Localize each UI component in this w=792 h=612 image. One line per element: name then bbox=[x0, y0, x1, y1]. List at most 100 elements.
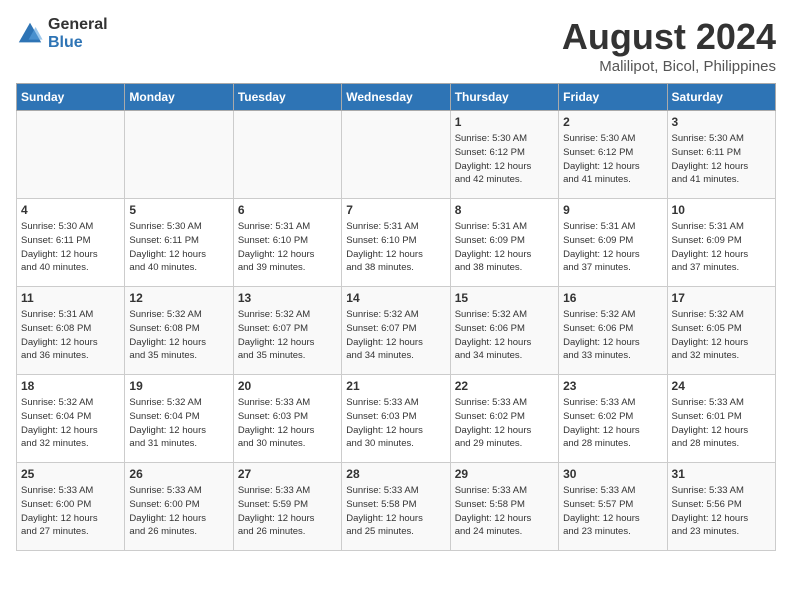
calendar-cell: 31 Sunrise: 5:33 AMSunset: 5:56 PMDayligh… bbox=[667, 463, 775, 551]
day-number: 9 bbox=[563, 203, 662, 217]
calendar-cell: 13Sunrise: 5:32 AMSunset: 6:07 PMDayligh… bbox=[233, 287, 341, 375]
day-info: Sunrise: 5:33 AMSunset: 6:02 PMDaylight:… bbox=[563, 396, 662, 451]
day-info: Sunrise: 5:33 AMSunset: 6:03 PMDaylight:… bbox=[346, 396, 445, 451]
day-number: 14 bbox=[346, 291, 445, 305]
day-info: Sunrise: 5:30 AMSunset: 6:12 PMDaylight:… bbox=[455, 132, 554, 187]
weekday-header: Sunday bbox=[17, 84, 125, 111]
day-number: 17 bbox=[672, 291, 771, 305]
calendar-cell: 9 Sunrise: 5:31 AMSunset: 6:09 PMDaylight… bbox=[559, 199, 667, 287]
calendar-week-row: 25 Sunrise: 5:33 AMSunset: 6:00 PMDayligh… bbox=[17, 463, 776, 551]
day-info: Sunrise: 5:32 AMSunset: 6:05 PMDaylight:… bbox=[672, 308, 771, 363]
calendar-cell: 22 Sunrise: 5:33 AMSunset: 6:02 PMDayligh… bbox=[450, 375, 558, 463]
day-info: Sunrise: 5:31 AMSunset: 6:10 PMDaylight:… bbox=[238, 220, 337, 275]
calendar-cell: 19 Sunrise: 5:32 AMSunset: 6:04 PMDayligh… bbox=[125, 375, 233, 463]
day-info: Sunrise: 5:33 AMSunset: 5:56 PMDaylight:… bbox=[672, 484, 771, 539]
day-number: 27 bbox=[238, 467, 337, 481]
day-info: Sunrise: 5:33 AMSunset: 5:58 PMDaylight:… bbox=[346, 484, 445, 539]
day-number: 6 bbox=[238, 203, 337, 217]
calendar-cell: 4 Sunrise: 5:30 AMSunset: 6:11 PMDaylight… bbox=[17, 199, 125, 287]
calendar-cell: 8 Sunrise: 5:31 AMSunset: 6:09 PMDaylight… bbox=[450, 199, 558, 287]
weekday-header: Saturday bbox=[667, 84, 775, 111]
day-info: Sunrise: 5:33 AMSunset: 6:00 PMDaylight:… bbox=[21, 484, 120, 539]
day-number: 31 bbox=[672, 467, 771, 481]
day-number: 21 bbox=[346, 379, 445, 393]
weekday-header: Wednesday bbox=[342, 84, 450, 111]
logo-icon bbox=[16, 20, 44, 48]
calendar-cell: 14Sunrise: 5:32 AMSunset: 6:07 PMDayligh… bbox=[342, 287, 450, 375]
calendar-cell: 16 Sunrise: 5:32 AMSunset: 6:06 PMDayligh… bbox=[559, 287, 667, 375]
calendar-cell: 2 Sunrise: 5:30 AMSunset: 6:12 PMDaylight… bbox=[559, 111, 667, 199]
calendar-cell: 26 Sunrise: 5:33 AMSunset: 6:00 PMDayligh… bbox=[125, 463, 233, 551]
day-info: Sunrise: 5:30 AMSunset: 6:11 PMDaylight:… bbox=[672, 132, 771, 187]
day-info: Sunrise: 5:31 AMSunset: 6:09 PMDaylight:… bbox=[672, 220, 771, 275]
calendar-cell: 23 Sunrise: 5:33 AMSunset: 6:02 PMDayligh… bbox=[559, 375, 667, 463]
calendar-week-row: 4 Sunrise: 5:30 AMSunset: 6:11 PMDaylight… bbox=[17, 199, 776, 287]
calendar-cell: 24 Sunrise: 5:33 AMSunset: 6:01 PMDayligh… bbox=[667, 375, 775, 463]
day-number: 30 bbox=[563, 467, 662, 481]
day-number: 25 bbox=[21, 467, 120, 481]
day-number: 8 bbox=[455, 203, 554, 217]
day-info: Sunrise: 5:33 AMSunset: 6:03 PMDaylight:… bbox=[238, 396, 337, 451]
calendar-cell: 7Sunrise: 5:31 AMSunset: 6:10 PMDaylight… bbox=[342, 199, 450, 287]
day-info: Sunrise: 5:32 AMSunset: 6:08 PMDaylight:… bbox=[129, 308, 228, 363]
calendar-cell: 25 Sunrise: 5:33 AMSunset: 6:00 PMDayligh… bbox=[17, 463, 125, 551]
day-number: 23 bbox=[563, 379, 662, 393]
title-section: August 2024 Malilipot, Bicol, Philippine… bbox=[562, 16, 776, 75]
day-number: 15 bbox=[455, 291, 554, 305]
day-number: 19 bbox=[129, 379, 228, 393]
calendar-week-row: 1 Sunrise: 5:30 AMSunset: 6:12 PMDaylight… bbox=[17, 111, 776, 199]
day-number: 2 bbox=[563, 115, 662, 129]
day-number: 7 bbox=[346, 203, 445, 217]
calendar-cell: 3 Sunrise: 5:30 AMSunset: 6:11 PMDaylight… bbox=[667, 111, 775, 199]
day-number: 11 bbox=[21, 291, 120, 305]
subtitle: Malilipot, Bicol, Philippines bbox=[562, 58, 776, 75]
calendar-cell bbox=[125, 111, 233, 199]
logo-blue: Blue bbox=[48, 34, 83, 51]
day-info: Sunrise: 5:30 AMSunset: 6:12 PMDaylight:… bbox=[563, 132, 662, 187]
day-info: Sunrise: 5:30 AMSunset: 6:11 PMDaylight:… bbox=[21, 220, 120, 275]
calendar-cell: 15 Sunrise: 5:32 AMSunset: 6:06 PMDayligh… bbox=[450, 287, 558, 375]
day-number: 24 bbox=[672, 379, 771, 393]
day-number: 12 bbox=[129, 291, 228, 305]
weekday-header: Friday bbox=[559, 84, 667, 111]
day-info: Sunrise: 5:32 AMSunset: 6:06 PMDaylight:… bbox=[455, 308, 554, 363]
calendar-cell: 28 Sunrise: 5:33 AMSunset: 5:58 PMDayligh… bbox=[342, 463, 450, 551]
calendar-cell: 30 Sunrise: 5:33 AMSunset: 5:57 PMDayligh… bbox=[559, 463, 667, 551]
calendar-cell bbox=[17, 111, 125, 199]
calendar-cell: 17 Sunrise: 5:32 AMSunset: 6:05 PMDayligh… bbox=[667, 287, 775, 375]
weekday-header: Thursday bbox=[450, 84, 558, 111]
day-number: 18 bbox=[21, 379, 120, 393]
day-info: Sunrise: 5:33 AMSunset: 5:57 PMDaylight:… bbox=[563, 484, 662, 539]
calendar-cell: 5 Sunrise: 5:30 AMSunset: 6:11 PMDaylight… bbox=[125, 199, 233, 287]
day-info: Sunrise: 5:31 AMSunset: 6:09 PMDaylight:… bbox=[455, 220, 554, 275]
calendar-cell: 21 Sunrise: 5:33 AMSunset: 6:03 PMDayligh… bbox=[342, 375, 450, 463]
day-info: Sunrise: 5:33 AMSunset: 6:02 PMDaylight:… bbox=[455, 396, 554, 451]
day-info: Sunrise: 5:31 AMSunset: 6:09 PMDaylight:… bbox=[563, 220, 662, 275]
day-info: Sunrise: 5:32 AMSunset: 6:04 PMDaylight:… bbox=[21, 396, 120, 451]
day-number: 26 bbox=[129, 467, 228, 481]
day-number: 4 bbox=[21, 203, 120, 217]
calendar-week-row: 11Sunrise: 5:31 AMSunset: 6:08 PMDayligh… bbox=[17, 287, 776, 375]
day-info: Sunrise: 5:33 AMSunset: 6:01 PMDaylight:… bbox=[672, 396, 771, 451]
calendar-cell bbox=[233, 111, 341, 199]
day-number: 22 bbox=[455, 379, 554, 393]
calendar-cell: 27 Sunrise: 5:33 AMSunset: 5:59 PMDayligh… bbox=[233, 463, 341, 551]
day-info: Sunrise: 5:33 AMSunset: 5:59 PMDaylight:… bbox=[238, 484, 337, 539]
day-number: 3 bbox=[672, 115, 771, 129]
day-number: 28 bbox=[346, 467, 445, 481]
day-number: 5 bbox=[129, 203, 228, 217]
weekday-header: Monday bbox=[125, 84, 233, 111]
day-number: 29 bbox=[455, 467, 554, 481]
day-info: Sunrise: 5:32 AMSunset: 6:06 PMDaylight:… bbox=[563, 308, 662, 363]
calendar-cell: 1 Sunrise: 5:30 AMSunset: 6:12 PMDaylight… bbox=[450, 111, 558, 199]
logo: General Blue bbox=[16, 16, 108, 52]
day-info: Sunrise: 5:30 AMSunset: 6:11 PMDaylight:… bbox=[129, 220, 228, 275]
day-info: Sunrise: 5:32 AMSunset: 6:04 PMDaylight:… bbox=[129, 396, 228, 451]
day-number: 20 bbox=[238, 379, 337, 393]
calendar-cell: 6 Sunrise: 5:31 AMSunset: 6:10 PMDaylight… bbox=[233, 199, 341, 287]
day-number: 16 bbox=[563, 291, 662, 305]
calendar-cell: 18 Sunrise: 5:32 AMSunset: 6:04 PMDayligh… bbox=[17, 375, 125, 463]
day-info: Sunrise: 5:33 AMSunset: 6:00 PMDaylight:… bbox=[129, 484, 228, 539]
day-info: Sunrise: 5:33 AMSunset: 5:58 PMDaylight:… bbox=[455, 484, 554, 539]
day-number: 1 bbox=[455, 115, 554, 129]
